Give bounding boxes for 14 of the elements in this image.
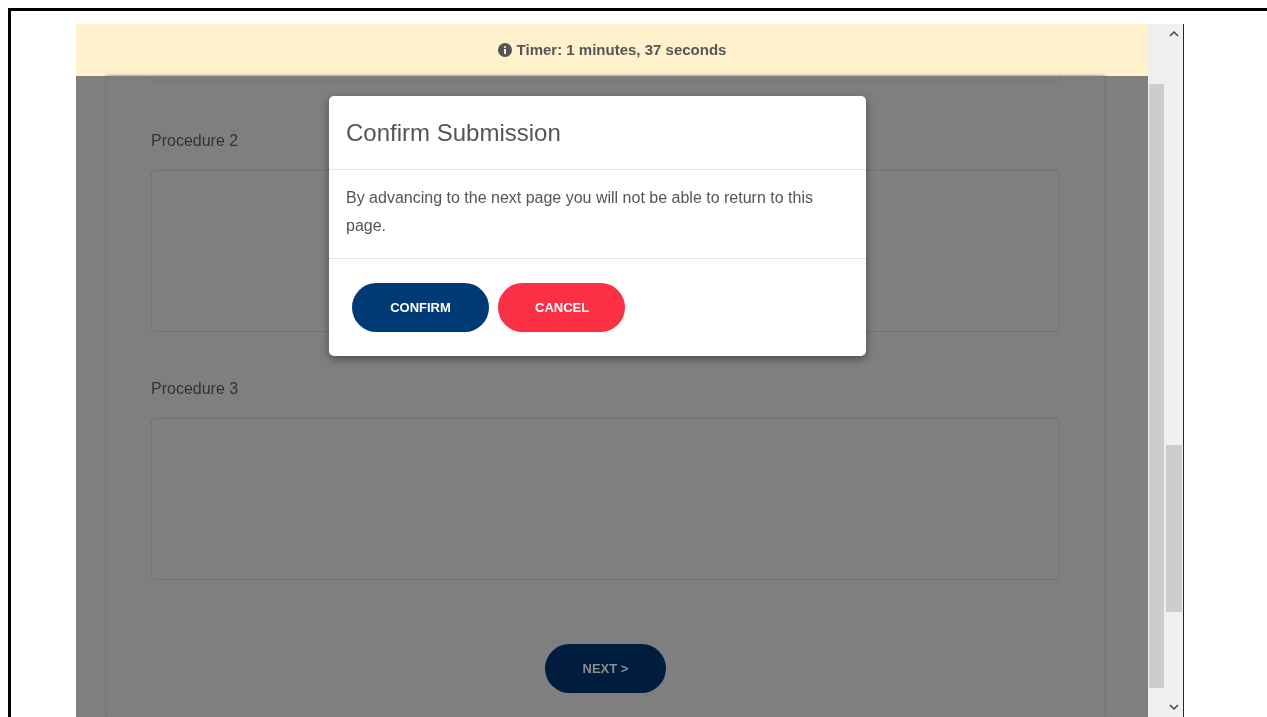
cancel-button[interactable]: CANCEL bbox=[498, 283, 625, 332]
textarea-field[interactable] bbox=[151, 76, 1060, 82]
scrollbar[interactable] bbox=[1148, 24, 1165, 717]
field-label: Procedure 3 bbox=[151, 380, 239, 397]
scrollbar-thumb[interactable] bbox=[1149, 84, 1164, 688]
field-label: Procedure 2 bbox=[151, 132, 239, 149]
scrollbar[interactable] bbox=[1165, 24, 1184, 717]
scrollbar-thumb[interactable] bbox=[1166, 445, 1182, 612]
dialog-title: Confirm Submission bbox=[346, 117, 561, 148]
info-icon bbox=[497, 43, 512, 57]
next-button[interactable]: NEXT > bbox=[545, 644, 666, 693]
timer-text: Timer: 1 minutes, 37 seconds bbox=[516, 39, 727, 60]
confirm-button[interactable]: CONFIRM bbox=[352, 283, 489, 332]
dialog-message: By advancing to the next page you will not be able to return to this page. bbox=[346, 189, 813, 234]
